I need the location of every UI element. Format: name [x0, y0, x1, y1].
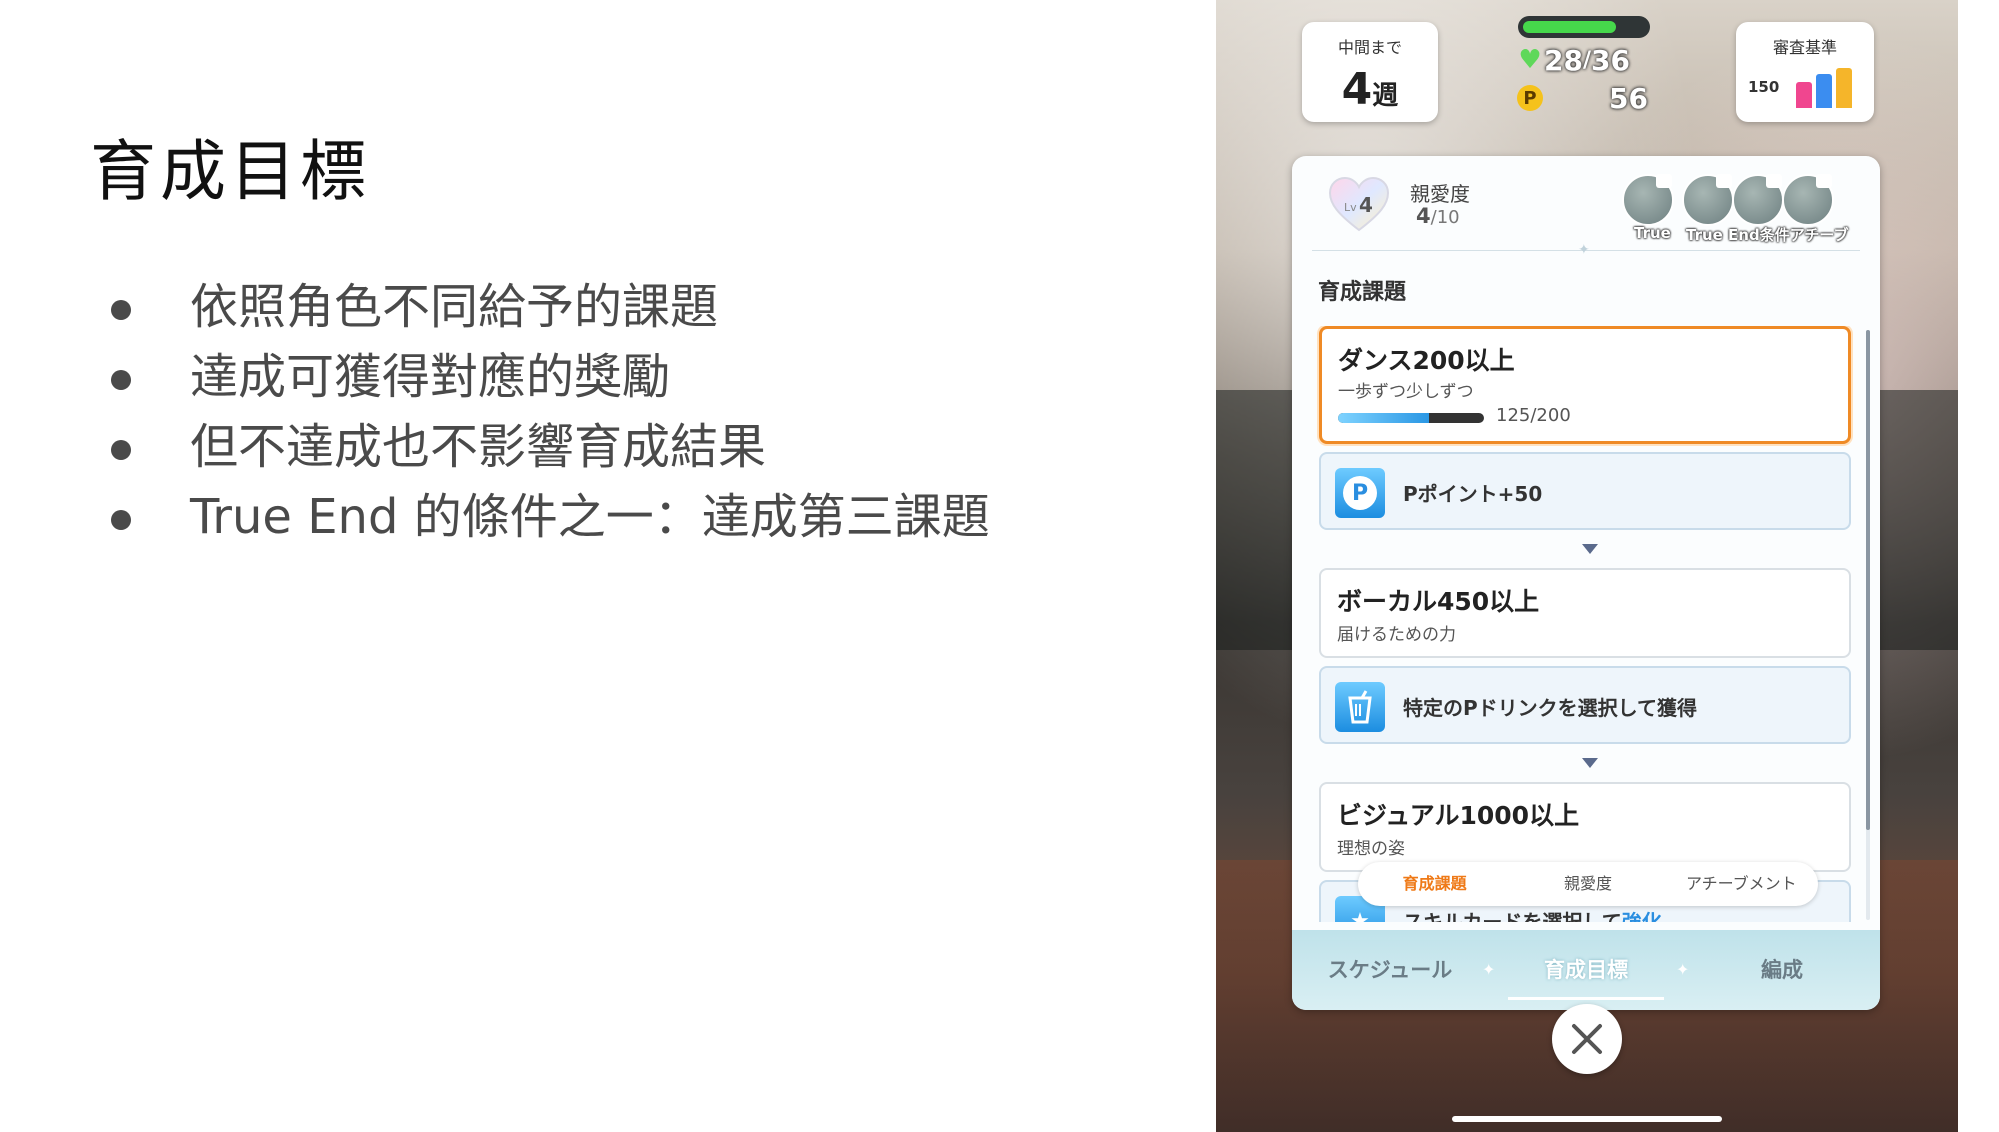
subtab-affection[interactable]: 親愛度	[1511, 862, 1664, 906]
achievement-icon	[1782, 174, 1834, 226]
divider-star-icon: ✦	[1578, 242, 1590, 258]
subtab-goals[interactable]: 育成課題	[1358, 862, 1511, 906]
task-progress-fill	[1338, 413, 1430, 423]
lock-icon	[1656, 174, 1672, 188]
bullet-text: 但不達成也不影響育成結果	[190, 419, 767, 475]
task-progress-bar	[1338, 413, 1484, 423]
midterm-label: 中間まで	[1337, 38, 1402, 57]
bullet-dot	[111, 370, 131, 390]
close-button[interactable]	[1552, 1004, 1622, 1074]
chevron-down-icon	[1582, 544, 1598, 554]
bullet-item: 達成可獲得對應的獎勵	[108, 342, 990, 412]
affection-heart-icon: Lv 4	[1328, 176, 1390, 232]
svg-text:4: 4	[1359, 193, 1373, 217]
midterm-counter[interactable]: 中間まで 4週	[1302, 22, 1438, 122]
midterm-value: 4週	[1302, 64, 1438, 115]
points-readout: P 56	[1516, 80, 1652, 116]
achievement-list[interactable]: True True End条件アチーブ	[1622, 166, 1849, 244]
judge-value: 150	[1748, 78, 1780, 96]
bullet-item: True End 的條件之一：達成第三課題	[108, 482, 990, 552]
affection-current: 4	[1416, 204, 1431, 228]
reward-text: 特定のPドリンクを選択して獲得	[1403, 696, 1698, 720]
achievement-icon	[1622, 174, 1674, 226]
reward-text-highlight: 強化	[1621, 910, 1662, 922]
subtab-bar: 育成課題 親愛度 アチーブメント	[1358, 862, 1818, 906]
bullet-text: 達成可獲得對應的獎勵	[190, 349, 671, 405]
stamina-current: 28	[1544, 43, 1583, 77]
bottom-tab-bar: スケジュール 育成目標 編成 ✦ ✦	[1292, 930, 1880, 1010]
task-card-vocal[interactable]: ボーカル450以上 届けるための力	[1319, 568, 1851, 658]
p-coin-icon: P	[1516, 84, 1544, 112]
task-name: ボーカル450以上	[1337, 587, 1540, 616]
reward-card-drink[interactable]: 特定のPドリンクを選択して獲得	[1319, 666, 1851, 744]
goal-panel: Lv 4 親愛度 4/10 True True End条件アチーブ ✦ 育成課題…	[1292, 156, 1880, 1010]
judge-bar-visual	[1836, 68, 1852, 108]
game-screenshot: 中間まで 4週 ♥ 28/36 P 56 審査基準 150 Lv 4 親愛度 4…	[1216, 0, 1958, 1132]
judge-label: 審査基準	[1772, 38, 1837, 57]
affection-value: 4/10	[1416, 204, 1460, 228]
points-value: 56	[1609, 81, 1648, 115]
bullet-dot	[111, 300, 131, 320]
section-title: 育成課題	[1318, 280, 1407, 305]
midterm-weeks: 4	[1341, 64, 1373, 115]
bullet-list: 依照角色不同給予的課題 達成可獲得對應的獎勵 但不達成也不影響育成結果 True…	[108, 272, 990, 552]
home-indicator	[1452, 1116, 1722, 1122]
task-card-dance[interactable]: ダンス200以上 一歩ずつ少しずつ 125/200	[1319, 326, 1851, 444]
task-list[interactable]: ダンス200以上 一歩ずつ少しずつ 125/200 P Pポイント+50 ボーカ…	[1292, 326, 1880, 922]
tab-separator-icon: ✦	[1676, 960, 1690, 979]
reward-text: スキルカードを選択して強化	[1403, 906, 1662, 922]
scrollbar-thumb[interactable]	[1866, 330, 1870, 830]
lock-icon	[1766, 174, 1782, 188]
lock-icon	[1716, 174, 1732, 188]
judge-criteria-card[interactable]: 審査基準 150	[1736, 22, 1874, 122]
bullet-text: True End 的條件之一：達成第三課題	[190, 489, 990, 545]
reward-text: Pポイント+50	[1403, 482, 1543, 506]
bullet-text: 依照角色不同給予的課題	[190, 279, 719, 335]
stamina-bar	[1518, 16, 1650, 38]
close-icon	[1572, 1024, 1602, 1054]
task-progress-text: 125/200	[1496, 405, 1571, 426]
achievement-icon	[1682, 174, 1734, 226]
task-subtitle: 届けるための力	[1337, 625, 1456, 645]
tab-separator-icon: ✦	[1482, 960, 1496, 979]
bullet-dot	[111, 510, 131, 530]
stamina-readout: ♥ 28/36	[1516, 42, 1652, 78]
affection-label: 親愛度	[1410, 182, 1470, 206]
svg-text:Lv: Lv	[1344, 201, 1357, 214]
achievement-icon	[1732, 174, 1784, 226]
p-point-icon: P	[1335, 468, 1385, 518]
slide-title: 育成目標	[90, 133, 370, 210]
reward-text-main: スキルカードを選択して	[1403, 910, 1622, 922]
reward-card-points[interactable]: P Pポイント+50	[1319, 452, 1851, 530]
task-subtitle: 理想の姿	[1337, 839, 1405, 859]
tab-training-goal[interactable]: 育成目標	[1488, 930, 1684, 1010]
tab-schedule[interactable]: スケジュール	[1292, 930, 1488, 1010]
drink-icon	[1335, 682, 1385, 732]
task-name: ダンス200以上	[1338, 346, 1515, 375]
heart-icon: ♥	[1518, 45, 1542, 75]
affection-max: 10	[1436, 207, 1460, 228]
subtab-achievements[interactable]: アチーブメント	[1665, 862, 1818, 906]
task-name: ビジュアル1000以上	[1337, 801, 1580, 830]
stamina-fill	[1523, 21, 1616, 33]
bullet-item: 依照角色不同給予的課題	[108, 272, 990, 342]
bullet-dot	[111, 440, 131, 460]
achievement-label-true: True	[1634, 224, 1671, 242]
bullet-item: 但不達成也不影響育成結果	[108, 412, 990, 482]
stamina-max: 36	[1591, 43, 1630, 77]
task-subtitle: 一歩ずつ少しずつ	[1338, 382, 1474, 402]
chevron-down-icon	[1582, 758, 1598, 768]
task-card-visual[interactable]: ビジュアル1000以上 理想の姿	[1319, 782, 1851, 872]
midterm-unit: 週	[1372, 81, 1399, 111]
achievement-label-condition: True End条件アチーブ	[1686, 226, 1849, 244]
judge-bar-vocal	[1816, 74, 1832, 108]
judge-bar-dance	[1796, 82, 1812, 108]
lock-icon	[1816, 174, 1832, 188]
tab-formation[interactable]: 編成	[1684, 930, 1880, 1010]
scrollbar[interactable]	[1866, 330, 1870, 920]
